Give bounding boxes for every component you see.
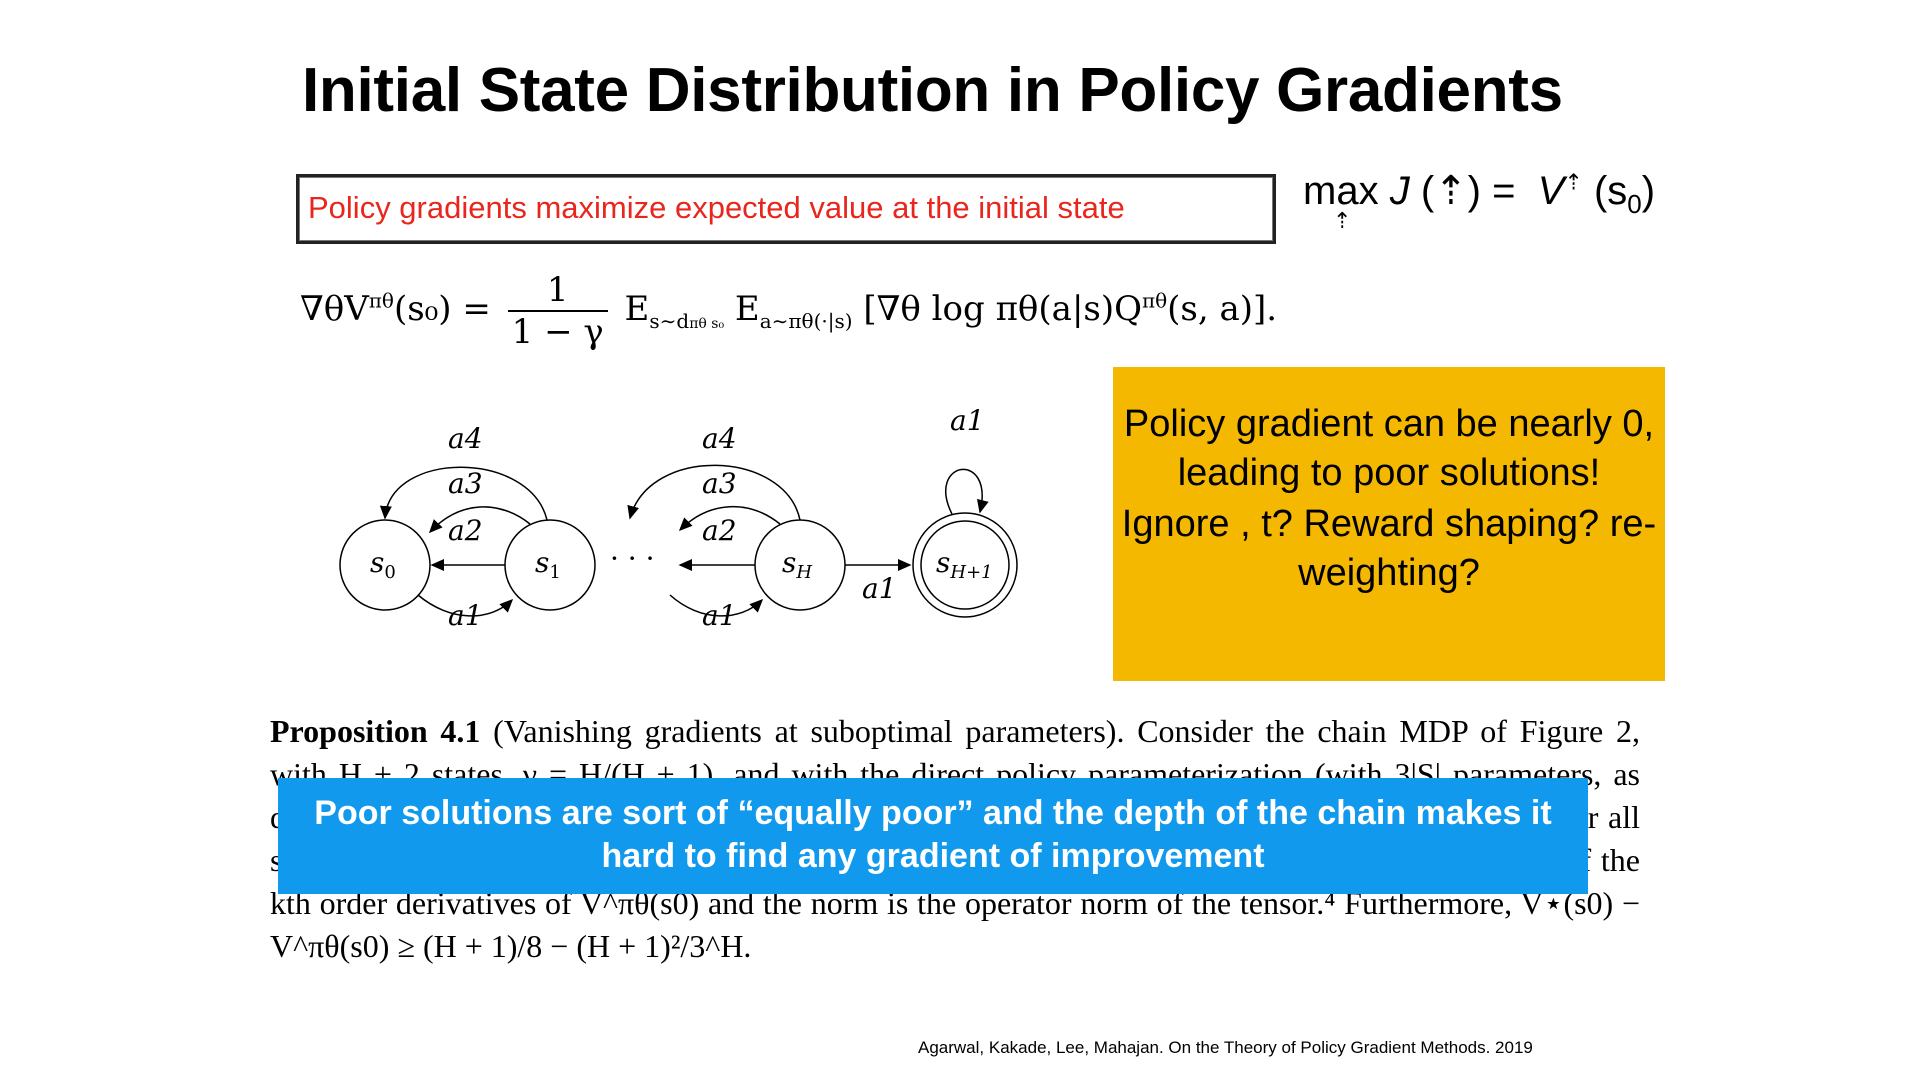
expectation-1-sub2: πθ s₀ bbox=[689, 315, 725, 332]
expectation-2-sub: a∼πθ(·|s) bbox=[759, 308, 853, 333]
theta-glyph: ⇡ bbox=[1434, 169, 1468, 213]
citation: Agarwal, Kakade, Lee, Mahajan. On the Th… bbox=[918, 1038, 1533, 1057]
label-a4-left: a4 bbox=[448, 422, 483, 455]
label-a1-left: a1 bbox=[448, 599, 483, 632]
grad-lhs-arg: (s₀) = bbox=[393, 289, 491, 329]
node-label-sH: sH bbox=[782, 546, 812, 583]
callout-box: Policy gradient can be nearly 0, leading… bbox=[1113, 367, 1665, 681]
fraction-denominator: 1 − γ bbox=[511, 312, 604, 352]
node-label-s1: s1 bbox=[535, 546, 561, 583]
value-V: V bbox=[1537, 169, 1565, 213]
grad-lhs: ∇θV bbox=[300, 289, 369, 329]
summary-banner: Poor solutions are sort of “equally poor… bbox=[278, 778, 1588, 894]
chain-ellipsis: · · · bbox=[610, 542, 655, 575]
expectation-1: E bbox=[624, 289, 650, 329]
objective-J: J bbox=[1389, 169, 1410, 213]
fraction-numerator: 1 bbox=[507, 270, 608, 312]
node-label-sH1: sH+1 bbox=[936, 546, 993, 583]
grad-body: [∇θ log πθ(a|s)Q bbox=[863, 289, 1142, 329]
node-label-s0: s0 bbox=[370, 546, 396, 583]
label-self-loop: a1 bbox=[950, 404, 985, 437]
label-a3-mid: a3 bbox=[702, 467, 737, 500]
label-a2-left: a2 bbox=[448, 514, 483, 547]
objective-formula: max J (⇡) = V⇡ (s0) ⇡ bbox=[1303, 169, 1656, 233]
callout-line-2: Ignore , t? Reward shaping? re-weighting… bbox=[1121, 503, 1657, 594]
state-s: (s bbox=[1593, 169, 1628, 213]
max-operator: max bbox=[1303, 169, 1379, 213]
label-a1-mid: a1 bbox=[702, 599, 737, 632]
key-point-text: Policy gradients maximize expected value… bbox=[308, 190, 1125, 225]
slide-title: Initial State Distribution in Policy Gra… bbox=[302, 56, 1563, 125]
max-subscript-theta: ⇡ bbox=[1333, 208, 1352, 233]
policy-gradient-formula: ∇θVπθ(s₀) = 1 1 − γ Es∼dπθ s₀ Ea∼πθ(·|s)… bbox=[300, 270, 1277, 352]
key-point-box: Policy gradients maximize expected value… bbox=[296, 174, 1276, 244]
close-paren: ) bbox=[1641, 169, 1656, 213]
proposition-heading: Proposition 4.1 bbox=[270, 713, 481, 749]
equals-sign: = bbox=[1492, 169, 1516, 213]
grad-lhs-sup: πθ bbox=[368, 288, 394, 313]
self-loop-arrow bbox=[945, 468, 989, 515]
fraction: 1 1 − γ bbox=[507, 270, 608, 352]
state-sub-zero: 0 bbox=[1627, 189, 1642, 219]
proposition-subtitle: (Vanishing gradients at suboptimal param… bbox=[493, 713, 1125, 749]
label-a3-left: a3 bbox=[448, 467, 483, 500]
label-a1-right: a1 bbox=[862, 572, 897, 605]
grad-body-end: (s, a)]. bbox=[1167, 289, 1278, 329]
summary-banner-text: Poor solutions are sort of “equally poor… bbox=[314, 794, 1552, 875]
chain-mdp-diagram: s0 s1 sH sH+1 a4 a3 a2 a1 a4 a3 a2 a1 · … bbox=[339, 404, 1018, 632]
grad-body-sup: πθ bbox=[1141, 288, 1168, 313]
expectation-1-sub: s∼d bbox=[649, 308, 690, 333]
theta-superscript: ⇡ bbox=[1564, 169, 1583, 195]
label-a4-mid: a4 bbox=[702, 422, 737, 455]
label-a2-mid: a2 bbox=[702, 514, 737, 547]
callout-line-1: Policy gradient can be nearly 0, leading… bbox=[1123, 403, 1655, 494]
expectation-2: E bbox=[734, 289, 760, 329]
